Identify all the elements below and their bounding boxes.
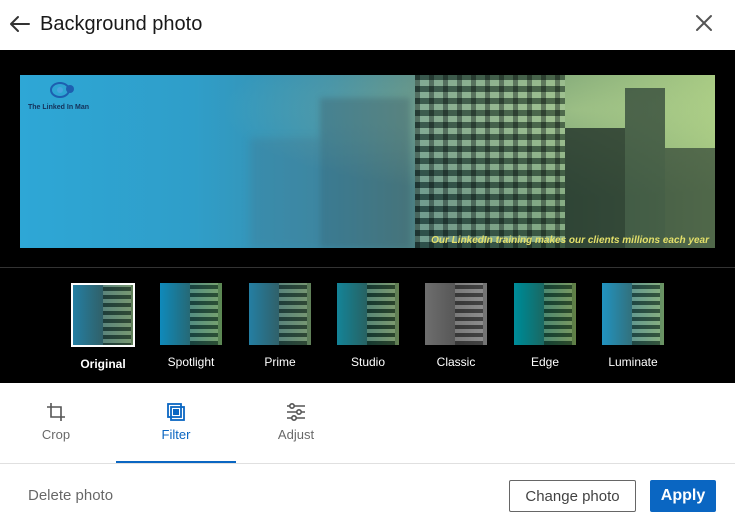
tool-tabs: Crop Filter Adjust (0, 383, 735, 463)
filter-thumbnail (602, 283, 664, 345)
modal-header: Background photo (0, 0, 735, 50)
filter-prime[interactable]: Prime (240, 283, 320, 369)
filter-label: Studio (350, 355, 386, 369)
filter-thumbnail (514, 283, 576, 345)
filter-thumbnail (249, 283, 311, 345)
filter-studio[interactable]: Studio (328, 283, 408, 369)
tab-adjust[interactable]: Adjust (236, 401, 356, 463)
modal-title: Background photo (40, 13, 203, 35)
filter-label: Luminate (608, 355, 658, 369)
change-photo-button[interactable]: Change photo (509, 480, 636, 512)
tab-crop[interactable]: Crop (0, 401, 116, 463)
filter-label: Spotlight (167, 355, 215, 369)
filter-thumbnail (337, 283, 399, 345)
filter-icon (167, 403, 185, 421)
tab-label: Adjust (277, 427, 315, 442)
tab-filter[interactable]: Filter (116, 401, 236, 463)
tab-label: Filter (161, 427, 191, 442)
photo-tagline: Our LinkedIn training makes our clients … (431, 235, 709, 246)
delete-photo-button[interactable]: Delete photo (28, 487, 113, 504)
arrow-left-icon[interactable] (8, 12, 32, 36)
filter-luminate[interactable]: Luminate (593, 283, 673, 369)
filter-spotlight[interactable]: Spotlight (151, 283, 231, 369)
filter-thumbnail (160, 283, 222, 345)
background-photo-preview: The Linked In Man Our LinkedIn training … (20, 75, 715, 248)
filter-classic[interactable]: Classic (416, 283, 496, 369)
filter-label: Edge (530, 355, 560, 369)
logo-mark-icon (50, 82, 74, 98)
tab-label: Crop (41, 427, 71, 442)
filter-original[interactable]: Original (63, 283, 143, 371)
sliders-icon (287, 402, 305, 422)
crop-icon (47, 403, 65, 421)
filter-label: Original (80, 357, 126, 371)
close-icon[interactable] (692, 11, 716, 35)
filter-label: Prime (264, 355, 296, 369)
editor-stage: The Linked In Man Our LinkedIn training … (0, 50, 735, 383)
filter-label: Classic (436, 355, 476, 369)
stage-divider (0, 267, 735, 268)
apply-button[interactable]: Apply (650, 480, 716, 512)
filter-thumbnail (425, 283, 487, 345)
filter-thumbnail (71, 283, 135, 347)
filter-edge[interactable]: Edge (505, 283, 585, 369)
brand-logo: The Linked In Man (28, 81, 108, 111)
logo-text: The Linked In Man (28, 104, 90, 111)
modal-footer: Delete photo Change photo Apply (0, 464, 735, 521)
filter-strip: Original Spotlight Prime Studio Classic … (0, 283, 735, 383)
